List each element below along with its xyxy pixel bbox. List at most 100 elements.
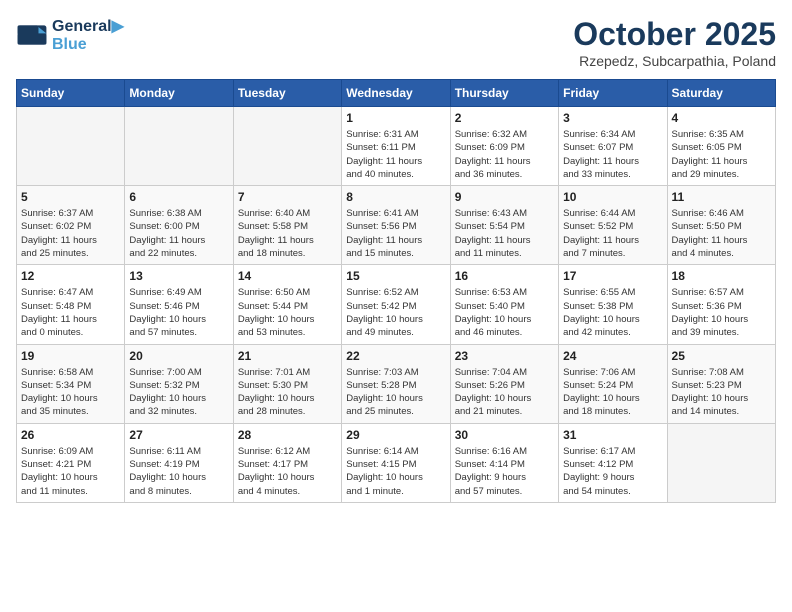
day-info: Sunrise: 6:12 AM Sunset: 4:17 PM Dayligh… [238, 445, 337, 498]
calendar-week-3: 12 Sunrise: 6:47 AM Sunset: 5:48 PM Dayli… [17, 265, 776, 344]
day-number: 9 [455, 190, 554, 204]
day-number: 21 [238, 349, 337, 363]
calendar-cell [667, 423, 775, 502]
calendar-cell: 15Sunrise: 6:52 AM Sunset: 5:42 PM Dayli… [342, 265, 450, 344]
day-number: 11 [672, 190, 771, 204]
day-info: Sunrise: 6:58 AM Sunset: 5:34 PM Dayligh… [21, 366, 120, 419]
day-number: 2 [455, 111, 554, 125]
day-number: 3 [563, 111, 662, 125]
calendar-cell: 26 Sunrise: 6:09 AM Sunset: 4:21 PM Dayli… [17, 423, 125, 502]
calendar-table: SundayMondayTuesdayWednesdayThursdayFrid… [16, 79, 776, 503]
day-number: 30 [455, 428, 554, 442]
day-number: 6 [129, 190, 228, 204]
calendar-cell: 13Sunrise: 6:49 AM Sunset: 5:46 PM Dayli… [125, 265, 233, 344]
calendar-cell: 19 Sunrise: 6:58 AM Sunset: 5:34 PM Dayli… [17, 344, 125, 423]
calendar-cell: 3 Sunrise: 6:34 AM Sunset: 6:07 PM Daylig… [559, 107, 667, 186]
day-info: Sunrise: 6:31 AM Sunset: 6:11 PM Dayligh… [346, 128, 445, 181]
day-number: 7 [238, 190, 337, 204]
calendar-cell: 22 Sunrise: 7:03 AM Sunset: 5:28 PM Dayli… [342, 344, 450, 423]
day-number: 5 [21, 190, 120, 204]
calendar-cell: 18 Sunrise: 6:57 AM Sunset: 5:36 PM Dayli… [667, 265, 775, 344]
day-info: Sunrise: 6:40 AM Sunset: 5:58 PM Dayligh… [238, 207, 337, 260]
day-info: Sunrise: 7:08 AM Sunset: 5:23 PM Dayligh… [672, 366, 771, 419]
title-block: October 2025 Rzepedz, Subcarpathia, Pola… [573, 16, 776, 69]
calendar-cell [233, 107, 341, 186]
day-info: Sunrise: 6:17 AM Sunset: 4:12 PM Dayligh… [563, 445, 662, 498]
day-info: Sunrise: 6:47 AM Sunset: 5:48 PM Dayligh… [21, 286, 120, 339]
weekday-header-thursday: Thursday [450, 80, 558, 107]
calendar-week-5: 26 Sunrise: 6:09 AM Sunset: 4:21 PM Dayli… [17, 423, 776, 502]
day-info: Sunrise: 7:01 AM Sunset: 5:30 PM Dayligh… [238, 366, 337, 419]
day-info: Sunrise: 7:06 AM Sunset: 5:24 PM Dayligh… [563, 366, 662, 419]
day-number: 25 [672, 349, 771, 363]
day-info: Sunrise: 6:34 AM Sunset: 6:07 PM Dayligh… [563, 128, 662, 181]
calendar-cell: 31 Sunrise: 6:17 AM Sunset: 4:12 PM Dayli… [559, 423, 667, 502]
month-title: October 2025 [573, 16, 776, 53]
calendar-cell: 27 Sunrise: 6:11 AM Sunset: 4:19 PM Dayli… [125, 423, 233, 502]
day-info: Sunrise: 6:55 AM Sunset: 5:38 PM Dayligh… [563, 286, 662, 339]
logo-icon [16, 19, 48, 51]
day-info: Sunrise: 6:37 AM Sunset: 6:02 PM Dayligh… [21, 207, 120, 260]
day-number: 23 [455, 349, 554, 363]
day-info: Sunrise: 6:53 AM Sunset: 5:40 PM Dayligh… [455, 286, 554, 339]
day-number: 16 [455, 269, 554, 283]
logo-text: General▶ Blue [52, 16, 124, 54]
day-number: 10 [563, 190, 662, 204]
day-info: Sunrise: 7:04 AM Sunset: 5:26 PM Dayligh… [455, 366, 554, 419]
calendar-cell: 29 Sunrise: 6:14 AM Sunset: 4:15 PM Dayli… [342, 423, 450, 502]
weekday-header-monday: Monday [125, 80, 233, 107]
day-number: 20 [129, 349, 228, 363]
calendar-cell: 7 Sunrise: 6:40 AM Sunset: 5:58 PM Daylig… [233, 186, 341, 265]
day-number: 1 [346, 111, 445, 125]
calendar-cell: 11 Sunrise: 6:46 AM Sunset: 5:50 PM Dayli… [667, 186, 775, 265]
day-info: Sunrise: 6:43 AM Sunset: 5:54 PM Dayligh… [455, 207, 554, 260]
calendar-cell: 16 Sunrise: 6:53 AM Sunset: 5:40 PM Dayli… [450, 265, 558, 344]
day-number: 15 [346, 269, 445, 283]
calendar-cell: 10Sunrise: 6:44 AM Sunset: 5:52 PM Dayli… [559, 186, 667, 265]
calendar-cell: 8Sunrise: 6:41 AM Sunset: 5:56 PM Daylig… [342, 186, 450, 265]
calendar-cell: 23 Sunrise: 7:04 AM Sunset: 5:26 PM Dayli… [450, 344, 558, 423]
day-info: Sunrise: 6:57 AM Sunset: 5:36 PM Dayligh… [672, 286, 771, 339]
day-info: Sunrise: 6:14 AM Sunset: 4:15 PM Dayligh… [346, 445, 445, 498]
day-number: 26 [21, 428, 120, 442]
calendar-cell: 6 Sunrise: 6:38 AM Sunset: 6:00 PM Daylig… [125, 186, 233, 265]
weekday-header-sunday: Sunday [17, 80, 125, 107]
day-number: 31 [563, 428, 662, 442]
day-info: Sunrise: 6:16 AM Sunset: 4:14 PM Dayligh… [455, 445, 554, 498]
calendar-cell: 12 Sunrise: 6:47 AM Sunset: 5:48 PM Dayli… [17, 265, 125, 344]
calendar-cell: 25 Sunrise: 7:08 AM Sunset: 5:23 PM Dayli… [667, 344, 775, 423]
day-number: 12 [21, 269, 120, 283]
day-number: 18 [672, 269, 771, 283]
day-info: Sunrise: 6:09 AM Sunset: 4:21 PM Dayligh… [21, 445, 120, 498]
day-info: Sunrise: 7:00 AM Sunset: 5:32 PM Dayligh… [129, 366, 228, 419]
day-number: 29 [346, 428, 445, 442]
weekday-header-friday: Friday [559, 80, 667, 107]
day-number: 14 [238, 269, 337, 283]
calendar-cell: 28 Sunrise: 6:12 AM Sunset: 4:17 PM Dayli… [233, 423, 341, 502]
day-info: Sunrise: 6:35 AM Sunset: 6:05 PM Dayligh… [672, 128, 771, 181]
calendar-cell: 9 Sunrise: 6:43 AM Sunset: 5:54 PM Daylig… [450, 186, 558, 265]
day-info: Sunrise: 6:32 AM Sunset: 6:09 PM Dayligh… [455, 128, 554, 181]
day-info: Sunrise: 6:50 AM Sunset: 5:44 PM Dayligh… [238, 286, 337, 339]
calendar-cell [17, 107, 125, 186]
day-info: Sunrise: 7:03 AM Sunset: 5:28 PM Dayligh… [346, 366, 445, 419]
day-info: Sunrise: 6:38 AM Sunset: 6:00 PM Dayligh… [129, 207, 228, 260]
day-number: 28 [238, 428, 337, 442]
day-number: 27 [129, 428, 228, 442]
calendar-cell: 4Sunrise: 6:35 AM Sunset: 6:05 PM Daylig… [667, 107, 775, 186]
calendar-cell: 5 Sunrise: 6:37 AM Sunset: 6:02 PM Daylig… [17, 186, 125, 265]
logo: General▶ Blue [16, 16, 124, 54]
calendar-cell [125, 107, 233, 186]
calendar-week-1: 1 Sunrise: 6:31 AM Sunset: 6:11 PM Daylig… [17, 107, 776, 186]
day-number: 24 [563, 349, 662, 363]
day-number: 22 [346, 349, 445, 363]
day-info: Sunrise: 6:46 AM Sunset: 5:50 PM Dayligh… [672, 207, 771, 260]
day-number: 19 [21, 349, 120, 363]
day-info: Sunrise: 6:49 AM Sunset: 5:46 PM Dayligh… [129, 286, 228, 339]
day-number: 17 [563, 269, 662, 283]
location: Rzepedz, Subcarpathia, Poland [573, 53, 776, 69]
day-info: Sunrise: 6:11 AM Sunset: 4:19 PM Dayligh… [129, 445, 228, 498]
page-header: General▶ Blue October 2025 Rzepedz, Subc… [16, 16, 776, 69]
calendar-cell: 24 Sunrise: 7:06 AM Sunset: 5:24 PM Dayli… [559, 344, 667, 423]
weekday-header-row: SundayMondayTuesdayWednesdayThursdayFrid… [17, 80, 776, 107]
